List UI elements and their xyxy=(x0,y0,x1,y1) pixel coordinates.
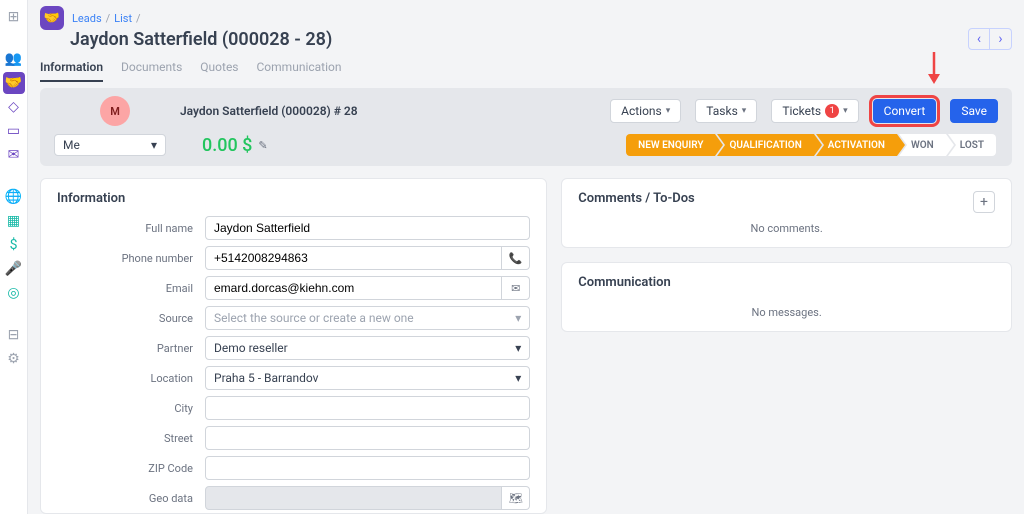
breadcrumb-leads[interactable]: Leads xyxy=(72,12,102,25)
label-email: Email xyxy=(57,282,205,295)
tab-information[interactable]: Information xyxy=(40,60,103,82)
nav-tags-icon[interactable]: ◇ xyxy=(3,96,25,118)
edit-amount-icon[interactable]: ✎ xyxy=(258,139,267,152)
amount-value: 0.00 $✎ xyxy=(202,135,268,156)
communication-title: Communication xyxy=(578,275,995,290)
label-partner: Partner xyxy=(57,342,205,355)
label-geo: Geo data xyxy=(57,492,205,505)
label-phone: Phone number xyxy=(57,252,205,265)
label-street: Street xyxy=(57,432,205,445)
next-record-button[interactable]: › xyxy=(990,28,1012,50)
tickets-dropdown[interactable]: Tickets1▾ xyxy=(771,99,858,123)
nav-settings-icon[interactable]: ⚙ xyxy=(3,348,25,370)
nav-circle-icon[interactable]: ◎ xyxy=(3,282,25,304)
city-field[interactable] xyxy=(205,396,530,420)
phone-call-icon[interactable]: 📞 xyxy=(502,246,530,270)
stage-won[interactable]: WON xyxy=(899,134,946,156)
page-title: Jaydon Satterfield (000028 - 28) xyxy=(70,29,332,50)
communication-empty: No messages. xyxy=(578,306,995,319)
information-panel: Information Full name Phone number 📞 Ema… xyxy=(40,178,547,514)
comments-panel: + Comments / To-Dos No comments. xyxy=(561,178,1012,248)
email-send-icon[interactable]: ✉ xyxy=(502,276,530,300)
prev-record-button[interactable]: ‹ xyxy=(968,28,990,50)
stage-lost[interactable]: LOST xyxy=(948,134,996,156)
label-location: Location xyxy=(57,372,205,385)
pipeline-stages: NEW ENQUIRY QUALIFICATION ACTIVATION WON… xyxy=(626,134,998,156)
avatar: M xyxy=(100,96,130,126)
geo-field[interactable] xyxy=(205,486,502,510)
nav-dashboard-icon[interactable]: ⊞ xyxy=(3,6,25,28)
brand-icon: 🤝 xyxy=(40,6,64,30)
owner-select[interactable]: Me▾ xyxy=(54,134,166,156)
nav-calendar-icon[interactable]: ▦ xyxy=(3,210,25,232)
stage-new-enquiry[interactable]: NEW ENQUIRY xyxy=(626,134,715,156)
info-panel-title: Information xyxy=(57,191,530,206)
comments-title: Comments / To-Dos xyxy=(578,191,995,206)
breadcrumb-list[interactable]: List xyxy=(114,12,132,25)
label-city: City xyxy=(57,402,205,415)
stage-activation[interactable]: ACTIVATION xyxy=(816,134,897,156)
label-source: Source xyxy=(57,312,205,325)
lead-header-bar: M Jaydon Satterfield (000028) # 28 Actio… xyxy=(40,88,1012,166)
fullname-field[interactable] xyxy=(205,216,530,240)
email-field[interactable] xyxy=(205,276,502,300)
partner-select[interactable]: Demo reseller▾ xyxy=(205,336,530,360)
record-nav-arrows: ‹ › xyxy=(968,28,1012,50)
phone-field[interactable] xyxy=(205,246,502,270)
location-select[interactable]: Praha 5 - Barrandov▾ xyxy=(205,366,530,390)
nav-money-icon[interactable]: $ xyxy=(3,234,25,256)
nav-mic-icon[interactable]: 🎤 xyxy=(3,258,25,280)
nav-leads-icon[interactable]: 🤝 xyxy=(3,72,25,94)
tab-communication[interactable]: Communication xyxy=(257,60,342,82)
add-comment-button[interactable]: + xyxy=(973,191,995,213)
tab-quotes[interactable]: Quotes xyxy=(200,60,238,82)
nav-tickets-icon[interactable]: ▭ xyxy=(3,120,25,142)
label-zip: ZIP Code xyxy=(57,462,205,475)
stage-qualification[interactable]: QUALIFICATION xyxy=(717,134,813,156)
communication-panel: Communication No messages. xyxy=(561,262,1012,332)
left-nav-rail: ⊞ 👥 🤝 ◇ ▭ ✉ 🌐 ▦ $ 🎤 ◎ ⊟ ⚙ xyxy=(0,0,28,514)
actions-dropdown[interactable]: Actions▾ xyxy=(610,99,681,123)
nav-archive-icon[interactable]: ⊟ xyxy=(3,324,25,346)
tab-documents[interactable]: Documents xyxy=(121,60,182,82)
zip-field[interactable] xyxy=(205,456,530,480)
nav-mail-icon[interactable]: ✉ xyxy=(3,144,25,166)
lead-name: Jaydon Satterfield (000028) # 28 xyxy=(180,104,358,118)
source-select[interactable]: Select the source or create a new one▾ xyxy=(205,306,530,330)
nav-users-icon[interactable]: 👥 xyxy=(3,48,25,70)
breadcrumb: 🤝 Leads / List / xyxy=(40,6,1012,30)
tabs: Information Documents Quotes Communicati… xyxy=(40,60,1012,82)
save-button[interactable]: Save xyxy=(950,99,998,123)
street-field[interactable] xyxy=(205,426,530,450)
nav-globe-icon[interactable]: 🌐 xyxy=(3,186,25,208)
convert-button[interactable]: Convert xyxy=(873,99,937,123)
label-fullname: Full name xyxy=(57,222,205,235)
geo-map-icon[interactable]: 🗺 xyxy=(502,486,530,510)
comments-empty: No comments. xyxy=(578,222,995,235)
tasks-dropdown[interactable]: Tasks▾ xyxy=(695,99,757,123)
